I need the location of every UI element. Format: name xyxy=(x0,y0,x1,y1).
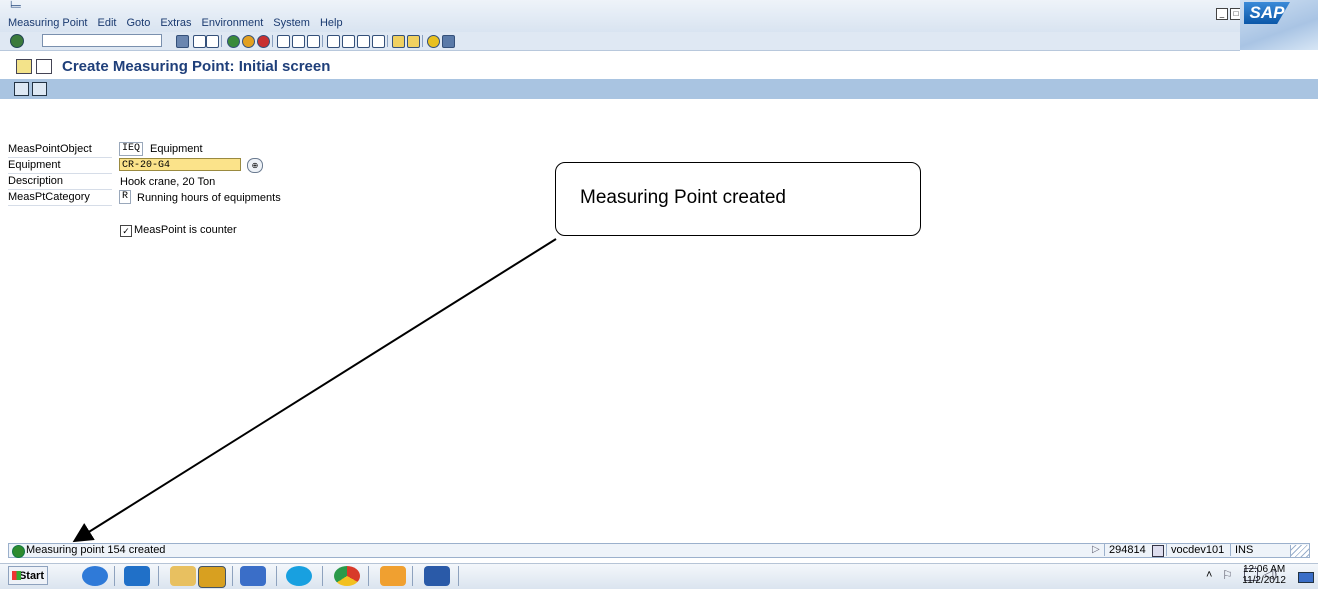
start-button[interactable]: Start xyxy=(8,566,48,585)
taskbar-separator xyxy=(322,566,323,586)
sap-gui-icon[interactable] xyxy=(198,566,226,588)
taskbar-separator xyxy=(458,566,459,586)
internet-explorer-icon[interactable] xyxy=(82,566,108,586)
taskbar-separator xyxy=(158,566,159,586)
file-explorer-icon[interactable] xyxy=(170,566,196,586)
taskbar-separator xyxy=(114,566,115,586)
remote-desktop-icon[interactable] xyxy=(240,566,266,586)
action-center-flag-icon[interactable]: ⚐ xyxy=(1222,568,1233,582)
skype-icon[interactable] xyxy=(286,566,312,586)
input-mode[interactable]: INS xyxy=(1230,544,1253,556)
word-icon[interactable] xyxy=(424,566,450,586)
resize-grip[interactable] xyxy=(1290,545,1309,557)
callout-arrow xyxy=(72,238,557,543)
chrome-icon[interactable] xyxy=(334,566,360,586)
outlook-icon[interactable] xyxy=(124,566,150,586)
start-label: Start xyxy=(18,570,44,582)
windows-logo-icon xyxy=(12,571,21,580)
system-clock[interactable]: 12:06 AM 11/2/2012 xyxy=(1242,564,1286,586)
clock-time: 12:06 AM xyxy=(1242,564,1286,575)
taskbar-separator xyxy=(276,566,277,586)
status-expand-icon[interactable]: ▷ xyxy=(1092,544,1100,555)
taskbar-separator xyxy=(368,566,369,586)
mail-client-icon[interactable] xyxy=(380,566,406,586)
taskbar-separator xyxy=(412,566,413,586)
status-message[interactable]: Measuring point 154 created xyxy=(26,544,165,556)
success-check-icon xyxy=(12,545,25,558)
taskbar-separator xyxy=(232,566,233,586)
clock-date: 11/2/2012 xyxy=(1242,575,1286,586)
server-name: vocdev101 xyxy=(1166,544,1224,556)
show-hidden-icons[interactable]: ˄ xyxy=(1206,569,1212,581)
session-number: 294814 xyxy=(1104,544,1146,556)
system-info-icon[interactable] xyxy=(1152,545,1164,557)
show-desktop-icon[interactable] xyxy=(1298,572,1314,583)
